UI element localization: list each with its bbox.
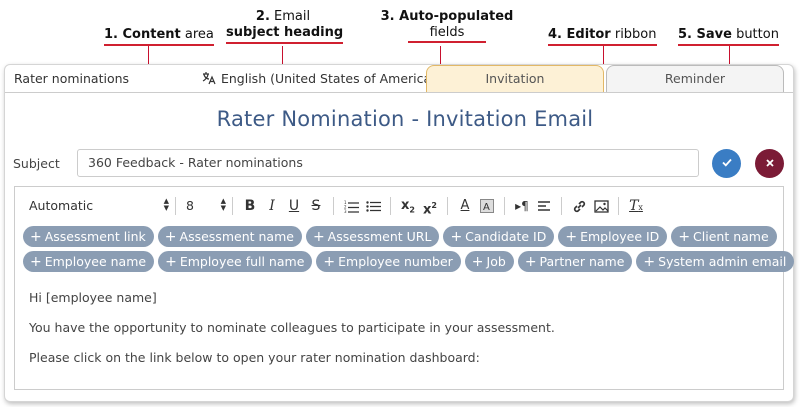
- plus-icon: +: [323, 254, 336, 270]
- plus-icon: +: [524, 254, 537, 270]
- field-chip[interactable]: + System admin email: [636, 251, 795, 272]
- field-chip-label: Employee number: [338, 254, 453, 269]
- toolbar-separator: [504, 197, 505, 215]
- plus-icon: +: [643, 254, 656, 270]
- toolbar-separator: [175, 197, 176, 215]
- text-direction-icon[interactable]: ▸¶: [511, 195, 533, 217]
- language-selector[interactable]: English (United States of America): [202, 71, 436, 88]
- toolbar-separator: [447, 197, 448, 215]
- field-chip[interactable]: + Employee name: [23, 251, 155, 272]
- content-line[interactable]: Hi [employee name]: [29, 290, 157, 305]
- field-chip-label: Employee ID: [580, 229, 660, 244]
- field-chip-label: Employee full name: [179, 254, 305, 269]
- callout-editor-ribbon: 4. Editor ribbon: [548, 27, 657, 46]
- text-color-icon[interactable]: A: [454, 195, 476, 217]
- field-chip[interactable]: + Candidate ID: [443, 226, 555, 247]
- callout-auto-populated: 3. Auto-populated fields: [380, 9, 514, 43]
- translate-icon: [202, 71, 217, 88]
- section-label: Rater nominations: [14, 71, 130, 86]
- background-color-icon[interactable]: A: [476, 195, 498, 217]
- toolbar-separator: [333, 197, 334, 215]
- select-arrows-icon: ▲ ▼: [220, 197, 226, 212]
- plus-icon: +: [164, 229, 177, 245]
- plus-icon: +: [565, 229, 578, 245]
- field-chip[interactable]: + Client name: [671, 226, 777, 247]
- field-chip-label: Assessment link: [44, 229, 146, 244]
- field-chip-label: Employee name: [44, 254, 147, 269]
- fields-row: + Employee name + Employee full name + Employ…: [23, 251, 795, 273]
- plus-icon: +: [312, 229, 325, 245]
- content-editor: Automatic ▲ ▼ 8 ▲ ▼ B I U S 123 x2 x2 A A …: [14, 186, 795, 390]
- field-chip[interactable]: + Assessment URL: [305, 226, 440, 247]
- bullet-list-icon[interactable]: [362, 195, 384, 217]
- content-line[interactable]: You have the opportunity to nominate col…: [29, 320, 555, 335]
- toolbar-separator: [232, 197, 233, 215]
- plus-icon: +: [30, 229, 42, 245]
- tab-reminder[interactable]: Reminder: [606, 65, 784, 93]
- toolbar-separator: [390, 197, 391, 215]
- superscript-icon[interactable]: x2: [419, 195, 441, 217]
- bold-icon[interactable]: B: [239, 195, 261, 217]
- svg-text:A: A: [483, 202, 490, 213]
- plus-icon: +: [471, 254, 484, 270]
- content-line[interactable]: Please click on the link below to open y…: [29, 350, 480, 365]
- field-chip[interactable]: + Assessment name: [157, 226, 302, 247]
- link-icon[interactable]: [568, 195, 590, 217]
- font-color-select[interactable]: Automatic ▲ ▼: [29, 194, 169, 218]
- field-chip-label: Client name: [693, 229, 769, 244]
- italic-icon[interactable]: I: [261, 195, 283, 217]
- select-arrows-icon: ▲ ▼: [163, 197, 169, 212]
- field-chip[interactable]: + Assessment link: [23, 226, 154, 247]
- field-chip-label: Candidate ID: [465, 229, 547, 244]
- callout-subject-heading: 2. Email subject heading: [226, 9, 344, 44]
- subject-input[interactable]: 360 Feedback - Rater nominations: [77, 149, 699, 177]
- save-button[interactable]: [712, 149, 741, 178]
- field-chip-label: System admin email: [658, 254, 787, 269]
- auto-populated-fields: + Assessment link + Assessment name + Assessm…: [23, 226, 795, 276]
- font-size-select[interactable]: 8 ▲ ▼: [186, 194, 226, 218]
- toolbar-separator: [561, 197, 562, 215]
- close-icon: [765, 155, 775, 171]
- field-chip[interactable]: + Job: [464, 251, 514, 272]
- check-icon: [721, 155, 733, 171]
- plus-icon: +: [30, 254, 42, 270]
- editor-ribbon: Automatic ▲ ▼ 8 ▲ ▼ B I U S 123 x2 x2 A A …: [15, 187, 783, 225]
- field-chip-label: Job: [486, 254, 506, 269]
- toolbar-separator: [618, 197, 619, 215]
- plus-icon: +: [165, 254, 177, 270]
- field-chip[interactable]: + Employee full name: [158, 251, 313, 272]
- plus-icon: +: [450, 229, 463, 245]
- svg-text:3: 3: [344, 209, 347, 213]
- tab-divider: [5, 92, 793, 93]
- field-chip[interactable]: + Partner name: [517, 251, 633, 272]
- callout-save-button: 5. Save button: [678, 27, 779, 46]
- cancel-button[interactable]: [755, 149, 784, 178]
- clear-format-icon[interactable]: Tx: [625, 195, 647, 217]
- image-icon[interactable]: [590, 195, 612, 217]
- plus-icon: +: [678, 229, 691, 245]
- field-chip-label: Partner name: [539, 254, 625, 269]
- strikethrough-icon[interactable]: S: [305, 195, 327, 217]
- field-chip-label: Assessment name: [179, 229, 294, 244]
- align-icon[interactable]: [533, 195, 555, 217]
- fields-row: + Assessment link + Assessment name + Assessm…: [23, 226, 783, 248]
- ordered-list-icon[interactable]: 123: [340, 195, 362, 217]
- tab-invitation[interactable]: Invitation: [426, 65, 604, 93]
- field-chip[interactable]: + Employee number: [316, 251, 461, 272]
- page-title: Rater Nomination - Invitation Email: [216, 107, 594, 131]
- subject-label: Subject: [13, 156, 60, 171]
- field-chip[interactable]: + Employee ID: [558, 226, 668, 247]
- callout-content-area: 1. Content area: [104, 27, 214, 46]
- field-chip-label: Assessment URL: [327, 229, 432, 244]
- subscript-icon[interactable]: x2: [397, 195, 419, 217]
- underline-icon[interactable]: U: [283, 195, 305, 217]
